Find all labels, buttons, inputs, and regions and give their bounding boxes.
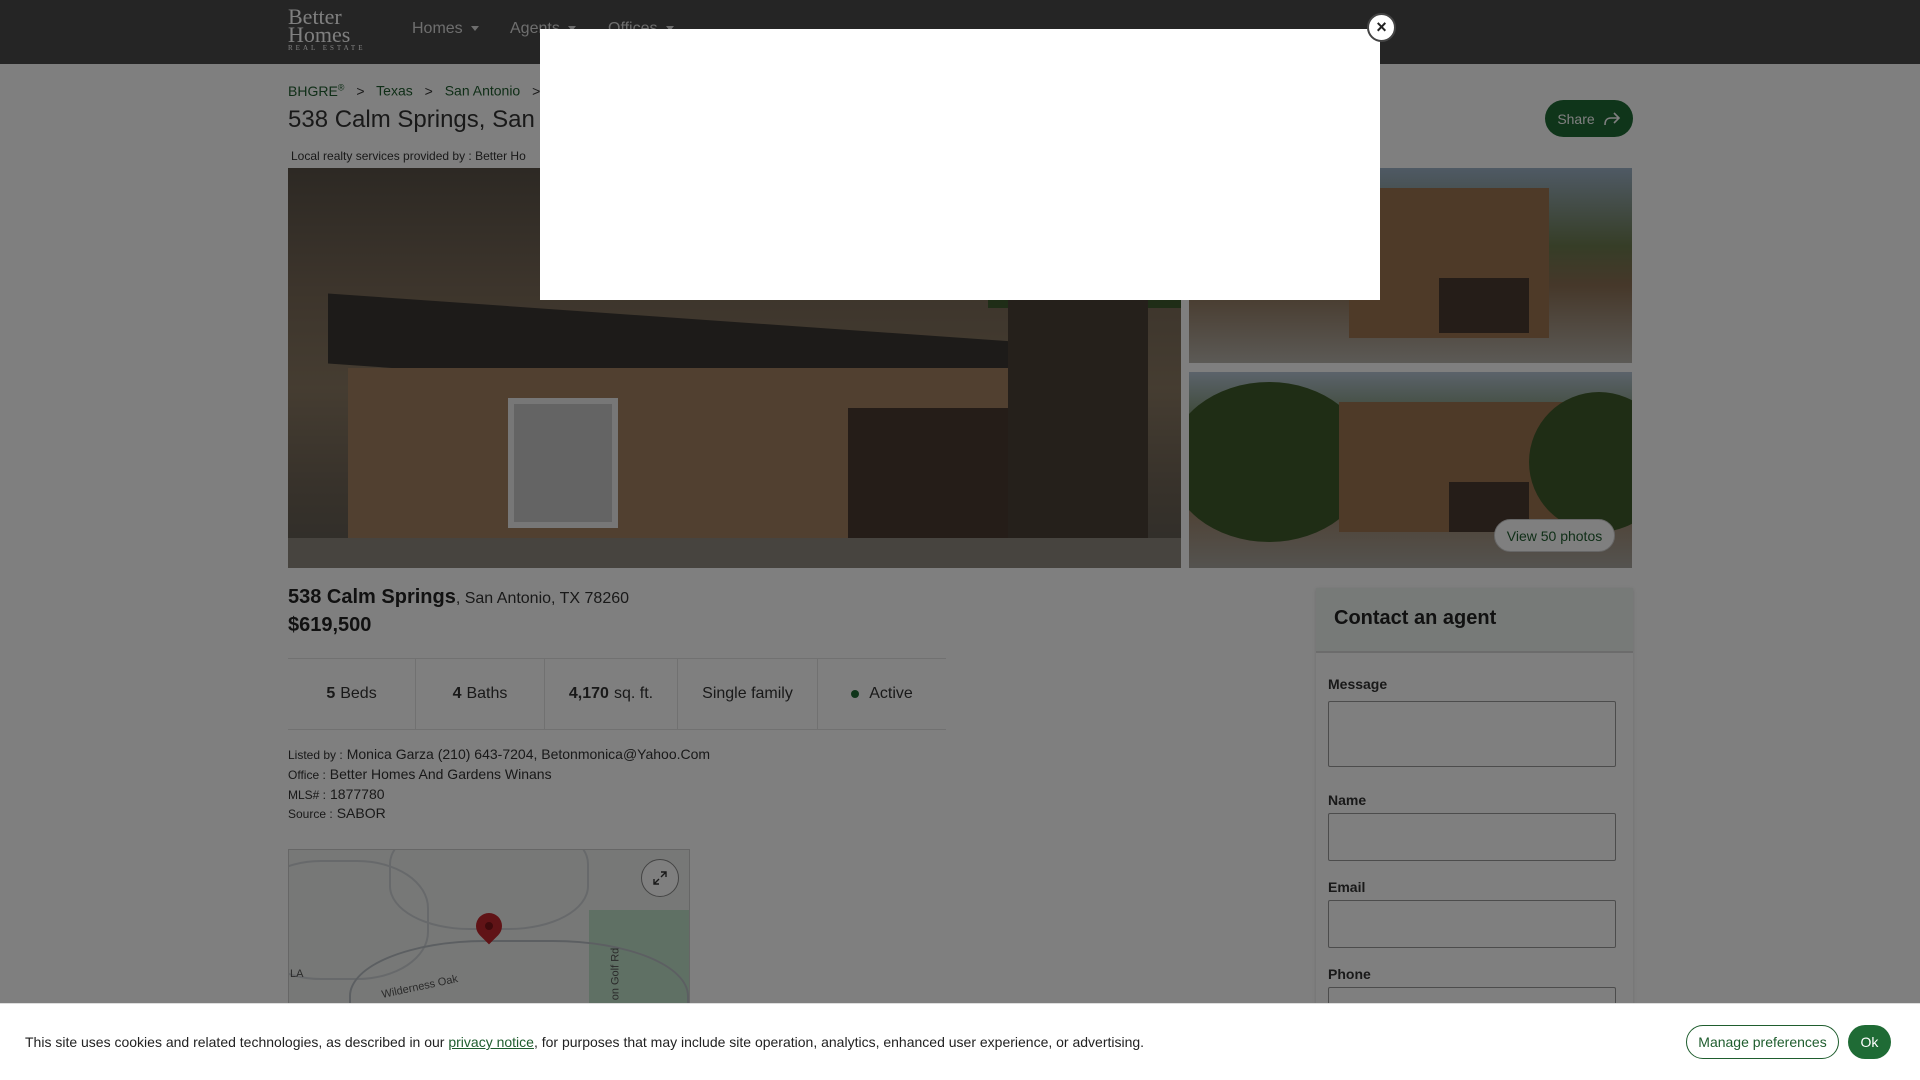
cookie-text-before: This site uses cookies and related techn… [25,1034,449,1050]
modal-close-button[interactable]: × [1367,13,1396,42]
manage-preferences-button[interactable]: Manage preferences [1686,1025,1839,1059]
close-icon: × [1376,17,1387,37]
cookie-text-after: , for purposes that may include site ope… [533,1034,1145,1050]
ok-button[interactable]: Ok [1848,1025,1891,1059]
privacy-notice-link[interactable]: privacy notice [448,1034,534,1050]
cookie-banner: This site uses cookies and related techn… [0,1003,1920,1080]
cookie-text: This site uses cookies and related techn… [25,1034,1144,1050]
modal-dialog [540,29,1380,300]
